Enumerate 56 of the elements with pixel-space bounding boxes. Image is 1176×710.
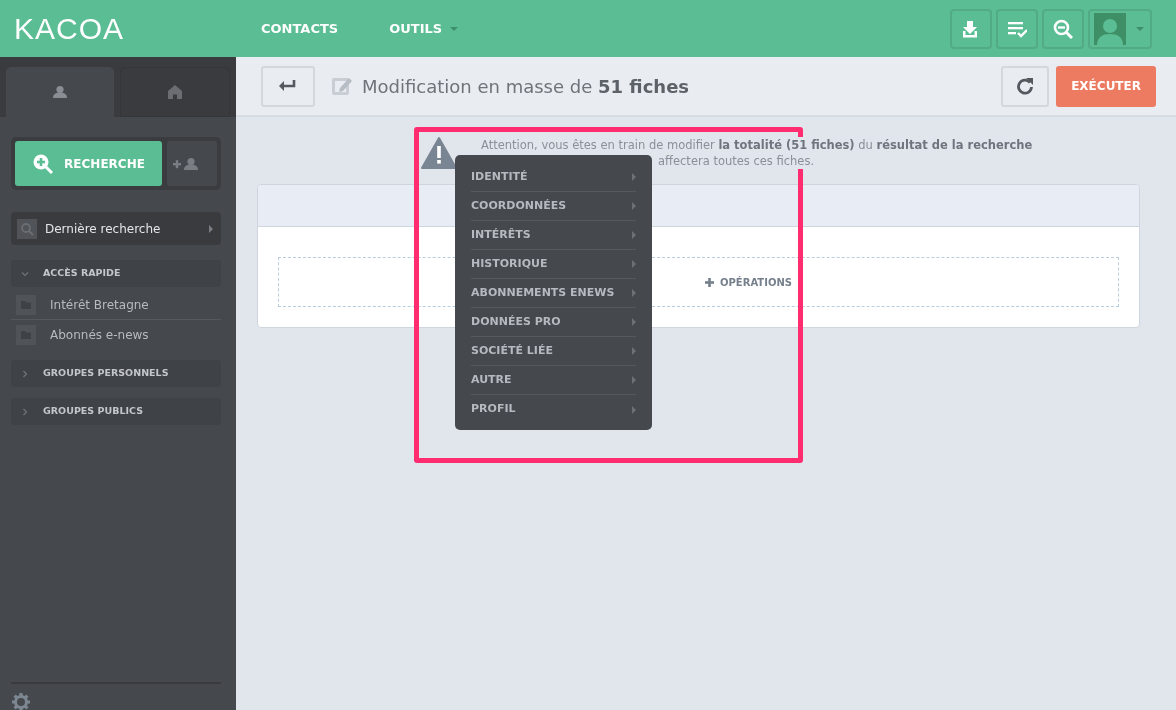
- submenu-arrow-icon: [632, 347, 636, 355]
- caret-icon: [209, 224, 213, 233]
- warning-text: Attention, vous êtes en train de modifier la totalité (51 fiches) du résultat de la recherche: [481, 137, 1033, 153]
- menu-item[interactable]: AUTRE: [471, 366, 636, 395]
- add-user-icon: [173, 155, 199, 172]
- return-icon: [279, 79, 297, 93]
- checklist-button[interactable]: [996, 8, 1038, 49]
- download-button[interactable]: [950, 8, 992, 49]
- sidebar-section[interactable]: GROUPES PERSONNELS: [11, 360, 221, 387]
- menu-item[interactable]: COORDONNÉES: [471, 192, 636, 221]
- sidebar-tab[interactable]: [6, 67, 114, 117]
- menu-item[interactable]: DONNÉES PRO: [471, 308, 636, 337]
- chevron-right-icon: [21, 407, 29, 416]
- search-icon: [17, 218, 37, 239]
- sidebar-item[interactable]: Abonnés e-news: [11, 320, 221, 349]
- zoom-out-icon: [1053, 18, 1073, 39]
- zoom-in-icon: [32, 152, 55, 175]
- sidebar-section[interactable]: ACCÈS RAPIDE: [11, 260, 221, 287]
- add-operation-button[interactable]: OPÉRATIONS: [699, 273, 798, 291]
- plus-icon: [705, 277, 714, 287]
- menu-item[interactable]: ABONNEMENTS ENEWS: [471, 279, 636, 308]
- submenu-arrow-icon: [632, 318, 636, 326]
- submenu-arrow-icon: [632, 260, 636, 268]
- warning-icon: [421, 137, 457, 169]
- menu-item[interactable]: PROFIL: [471, 395, 636, 424]
- caret-icon: [1136, 26, 1144, 31]
- add-contact-button[interactable]: [167, 141, 217, 186]
- home-icon: [168, 85, 182, 99]
- warning-text: affectera toutes ces fiches.: [658, 153, 815, 169]
- menu-item[interactable]: SOCIÉTÉ LIÉE: [471, 337, 636, 366]
- submenu-arrow-icon: [632, 289, 636, 297]
- sidebar-item[interactable]: Intérêt Bretagne: [11, 291, 221, 320]
- chevron-right-icon: [21, 369, 29, 378]
- logo: KACOA: [13, 13, 126, 44]
- user-icon: [53, 85, 67, 99]
- sidebar-section[interactable]: GROUPES PUBLICS: [11, 398, 221, 425]
- avatar-icon: [1094, 12, 1126, 45]
- last-search-button[interactable]: Dernière recherche: [11, 212, 221, 245]
- page-title: Modification en masse de 51 fiches: [362, 74, 690, 99]
- submenu-arrow-icon: [632, 405, 636, 414]
- sidebar-tab[interactable]: [120, 67, 230, 117]
- back-button[interactable]: [261, 65, 315, 107]
- refresh-icon: [1016, 77, 1035, 95]
- submenu-arrow-icon: [632, 231, 636, 239]
- settings-icon: [11, 692, 31, 710]
- refresh-button[interactable]: [1001, 65, 1050, 107]
- account-menu-button[interactable]: [1088, 8, 1152, 49]
- menu-item[interactable]: HISTORIQUE: [471, 250, 636, 279]
- chevron-down-icon: [21, 269, 29, 278]
- submenu-arrow-icon: [632, 173, 636, 181]
- menu-item[interactable]: INTÉRÊTS: [471, 221, 636, 250]
- execute-button[interactable]: EXÉCUTER: [1056, 65, 1156, 107]
- submenu-arrow-icon: [632, 376, 636, 384]
- zoom-out-button[interactable]: [1042, 8, 1084, 49]
- menu-item[interactable]: IDENTITÉ: [471, 163, 636, 192]
- submenu-arrow-icon: [632, 202, 636, 210]
